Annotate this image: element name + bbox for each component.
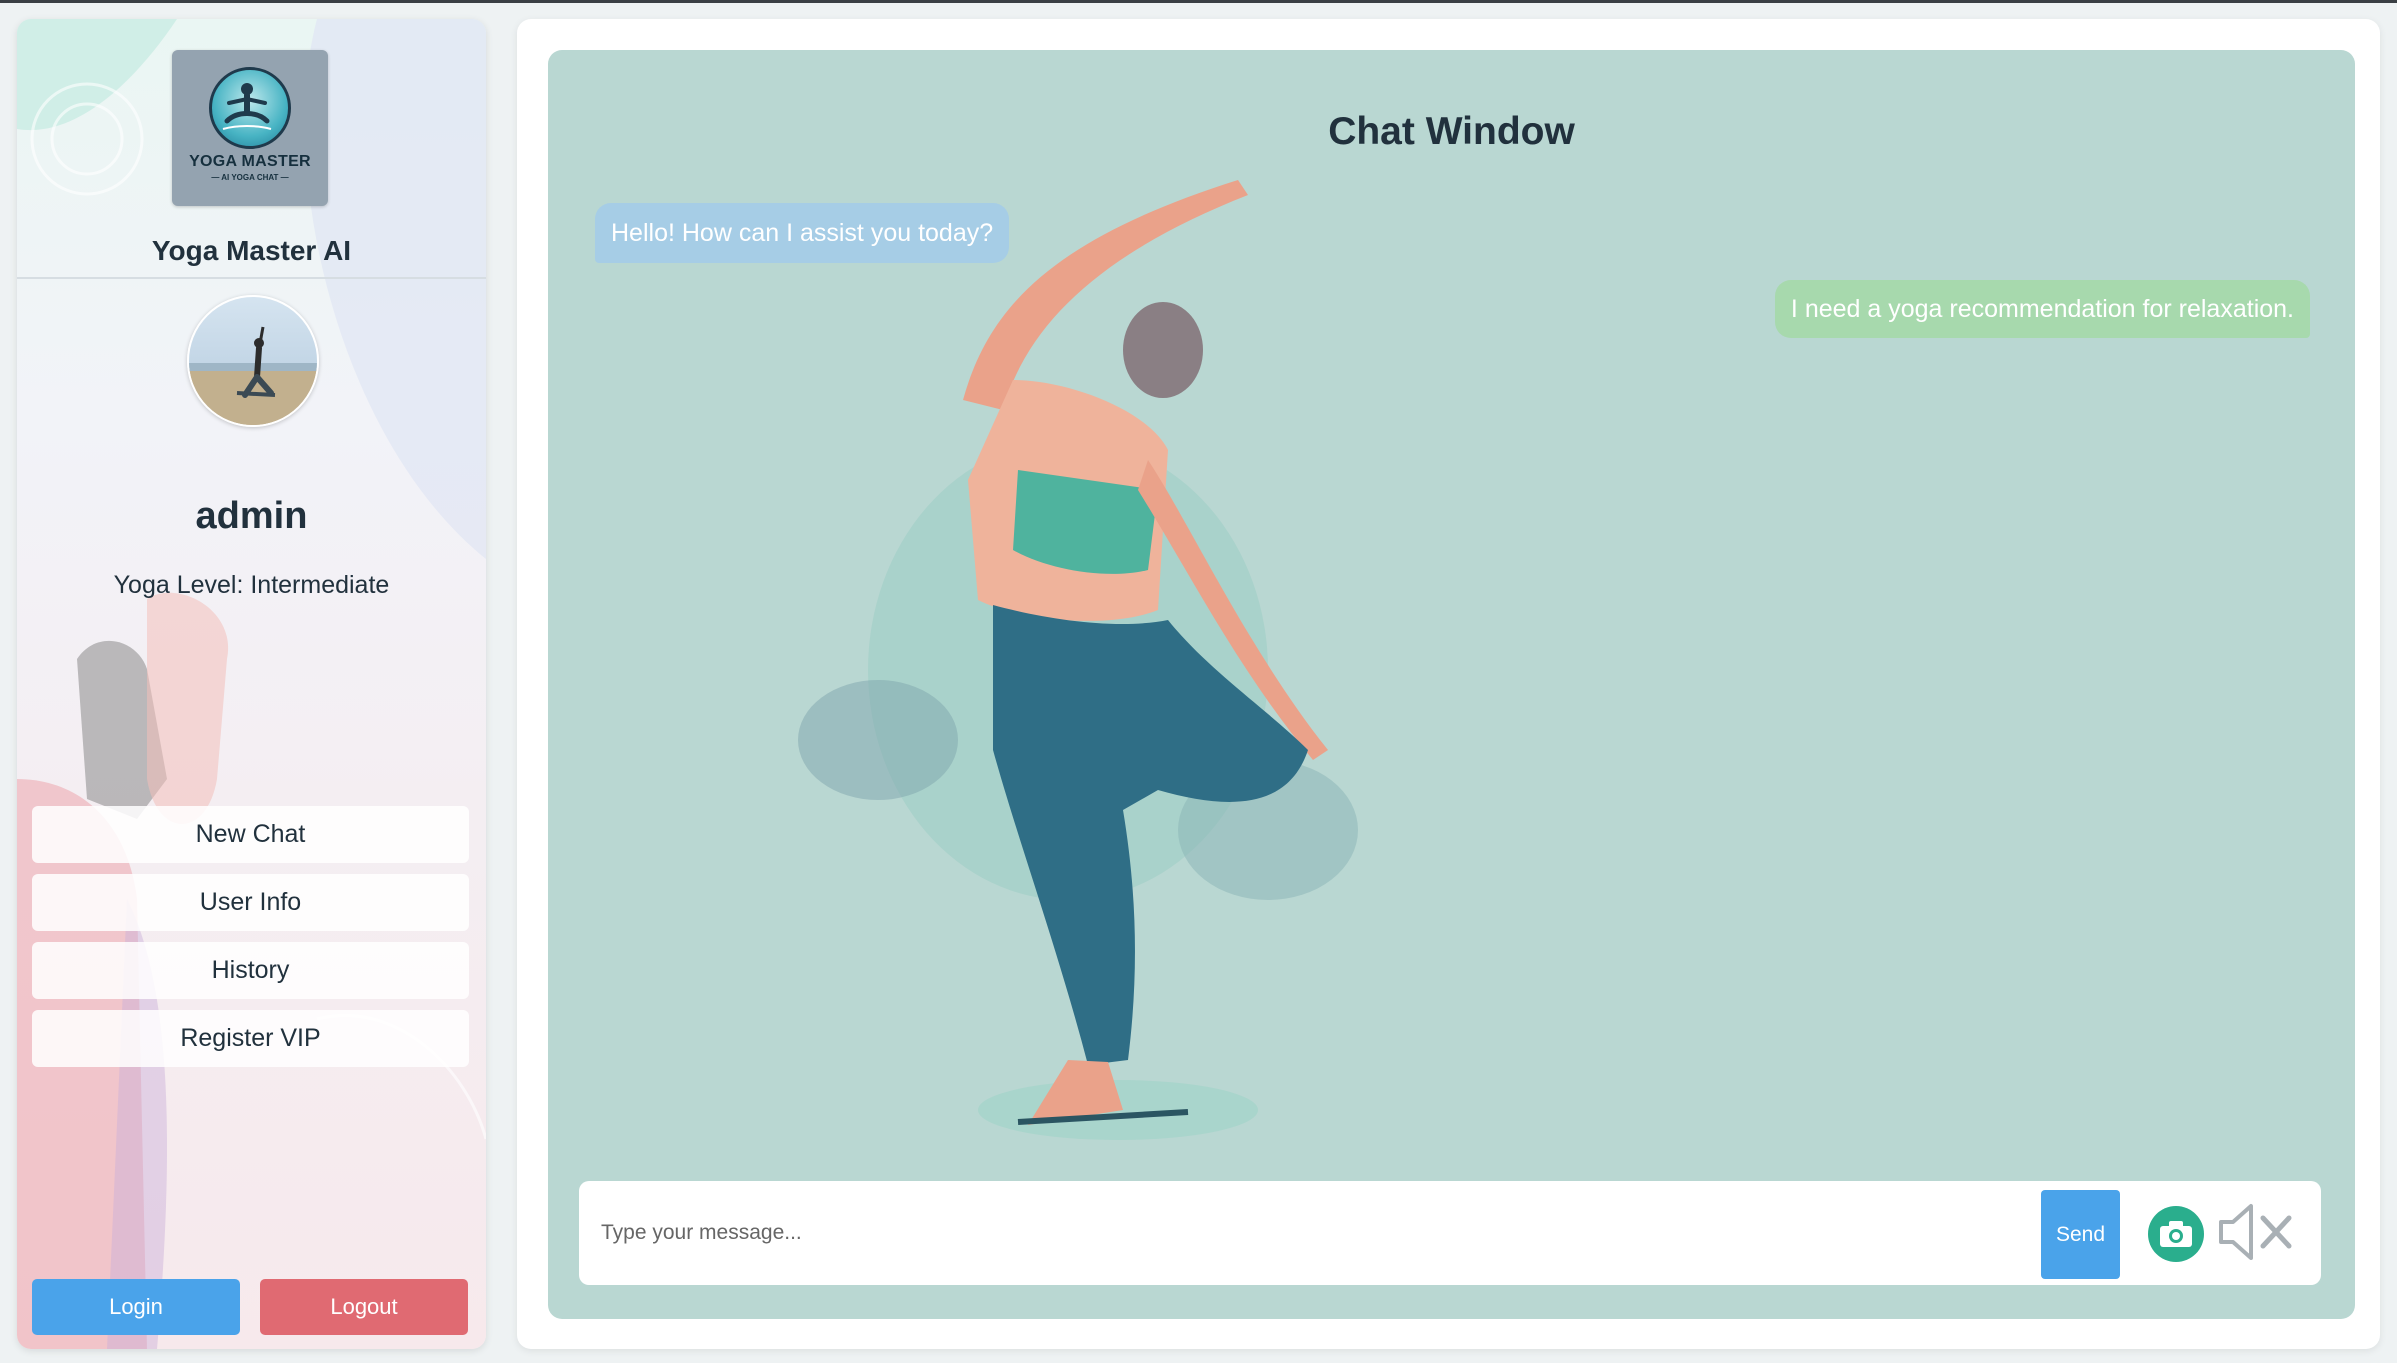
app-name: Yoga Master AI bbox=[151, 235, 352, 266]
logo-text: YOGA MASTER bbox=[189, 152, 311, 170]
send-button[interactable]: Send bbox=[2041, 1190, 2120, 1279]
message-input[interactable] bbox=[579, 1181, 2019, 1285]
meditation-logo-icon bbox=[209, 66, 291, 149]
sidebar: YOGA MASTER — AI YOGA CHAT — Yoga Master… bbox=[17, 19, 486, 1349]
yoga-level: Yoga Level: Intermediate bbox=[113, 571, 390, 599]
camera-button[interactable] bbox=[2148, 1206, 2204, 1262]
register-vip-button[interactable]: Register VIP bbox=[32, 1010, 469, 1067]
new-chat-button[interactable]: New Chat bbox=[32, 806, 469, 863]
message-input-bar: Send bbox=[579, 1181, 2321, 1285]
sidebar-background-art bbox=[17, 19, 486, 1349]
bot-message: Hello! How can I assist you today? bbox=[595, 203, 1010, 263]
user-info-button[interactable]: User Info bbox=[32, 874, 469, 931]
avatar bbox=[187, 295, 319, 427]
logo-subtext: — AI YOGA CHAT — bbox=[211, 172, 289, 182]
chat-title: Chat Window bbox=[1328, 110, 1575, 153]
user-message: I need a yoga recommendation for relaxat… bbox=[1774, 280, 2310, 338]
history-button[interactable]: History bbox=[32, 942, 469, 999]
speaker-muted-icon[interactable] bbox=[2217, 1202, 2295, 1262]
login-button[interactable]: Login bbox=[32, 1279, 240, 1335]
camera-icon bbox=[2160, 1221, 2192, 1247]
logout-button[interactable]: Logout bbox=[260, 1279, 468, 1335]
top-border bbox=[0, 0, 2397, 3]
username: admin bbox=[195, 495, 308, 537]
sidebar-divider bbox=[17, 277, 486, 279]
chat-window: Chat Window Hello! How can I assist you … bbox=[548, 50, 2355, 1319]
app-logo: YOGA MASTER — AI YOGA CHAT — bbox=[172, 50, 328, 206]
